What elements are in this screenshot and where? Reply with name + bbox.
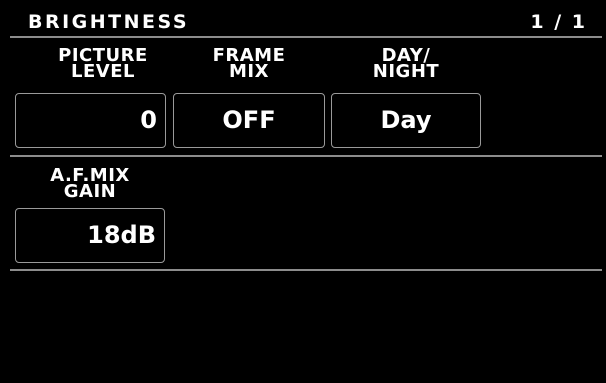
af-mix-gain-value-button[interactable]: 18dB xyxy=(15,208,165,263)
af-mix-gain-value: 18dB xyxy=(87,221,156,249)
af-mix-gain-label: A.F.MIX GAIN xyxy=(15,167,165,202)
day-night-value-button[interactable]: Day xyxy=(331,93,481,148)
day-night-value: Day xyxy=(380,106,432,134)
day-night-label: DAY/ NIGHT xyxy=(331,47,481,82)
frame-mix-value: OFF xyxy=(222,106,276,134)
af-mix-gain-label-line2: GAIN xyxy=(63,181,117,202)
section-divider-2 xyxy=(10,269,602,271)
menu-title: BRIGHTNESS xyxy=(28,11,190,33)
picture-level-label: PICTURE LEVEL xyxy=(25,47,181,82)
picture-level-label-line2: LEVEL xyxy=(71,61,135,82)
header-divider xyxy=(10,36,602,38)
day-night-label-line2: NIGHT xyxy=(372,61,440,82)
frame-mix-label-line2: MIX xyxy=(229,61,269,82)
section-divider-1 xyxy=(10,155,602,157)
frame-mix-label: FRAME MIX xyxy=(173,47,325,82)
frame-mix-value-button[interactable]: OFF xyxy=(173,93,325,148)
picture-level-value: 0 xyxy=(140,106,157,134)
picture-level-value-button[interactable]: 0 xyxy=(15,93,166,148)
brightness-menu-screen: BRIGHTNESS 1 / 1 PICTURE LEVEL 0 FRAME M… xyxy=(7,8,602,376)
page-indicator: 1 / 1 xyxy=(530,11,587,33)
